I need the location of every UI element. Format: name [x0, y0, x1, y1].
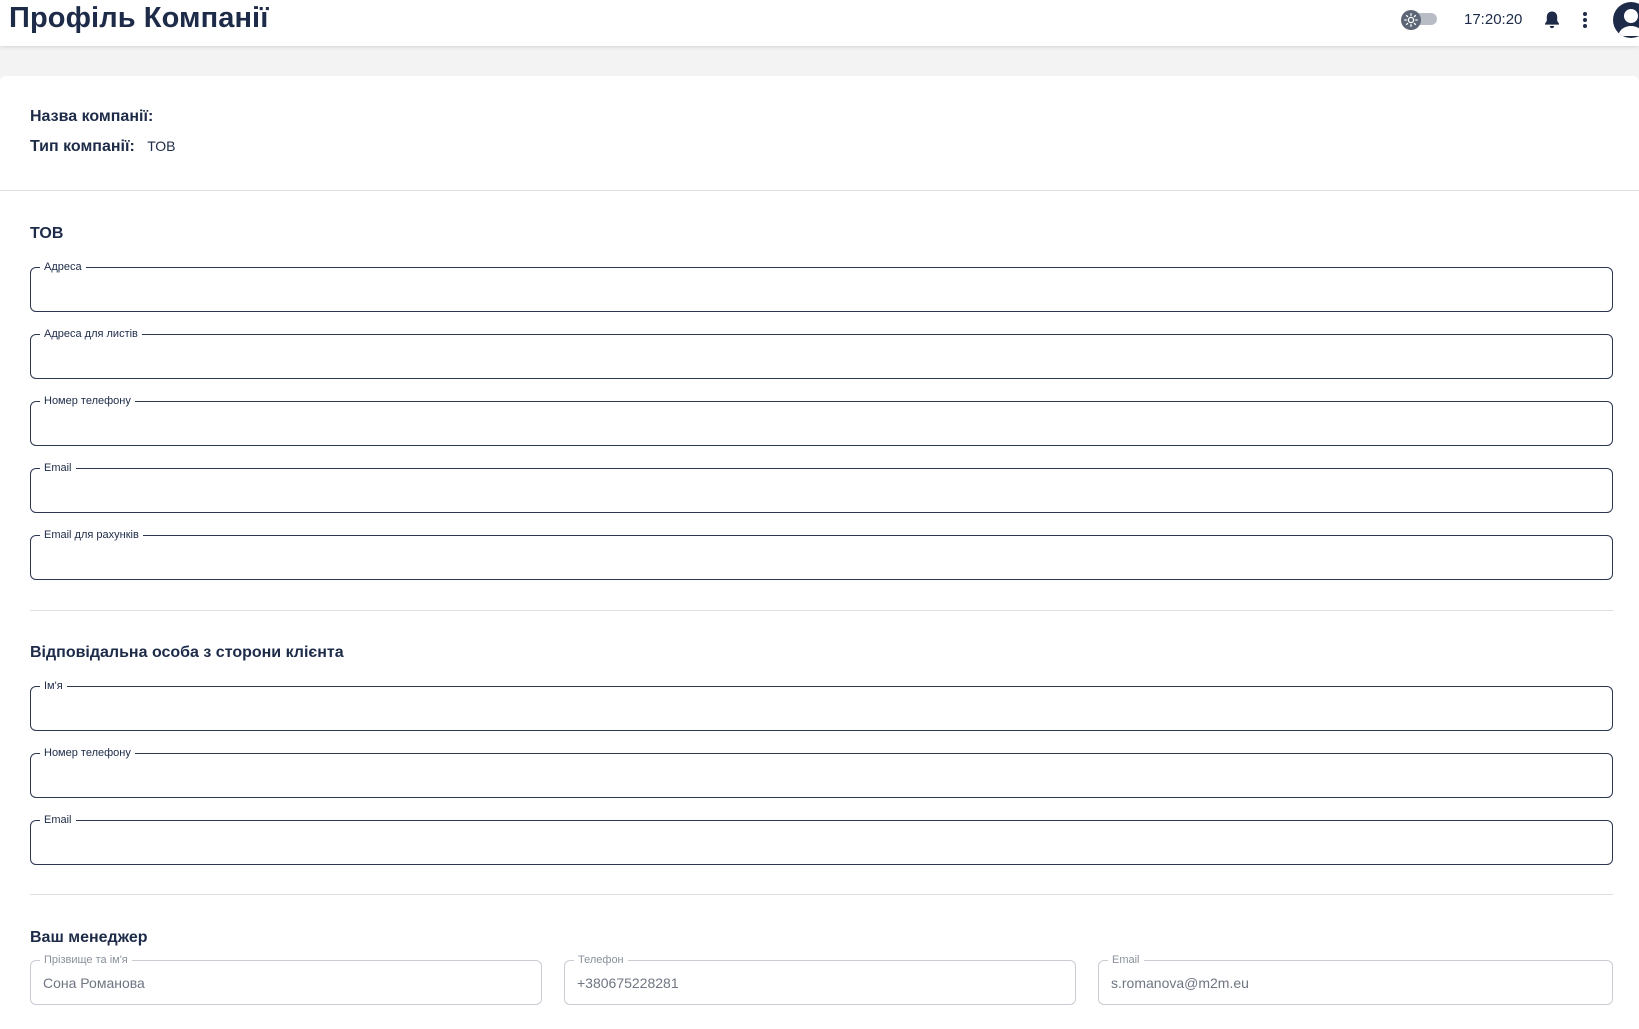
bell-icon[interactable]	[1543, 10, 1561, 30]
manager-name-field: Прізвище та ім'я Сона Романова	[30, 953, 542, 1005]
billing-email-label: Email для рахунків	[40, 528, 143, 542]
billing-email-field[interactable]: Email для рахунків	[30, 528, 1613, 580]
page-title: Профіль Компанії	[9, 2, 269, 34]
divider	[30, 610, 1613, 611]
manager-phone-field: Телефон +380675228281	[564, 953, 1076, 1005]
address-field[interactable]: Адреса	[30, 260, 1613, 312]
contact-phone-label: Номер телефону	[40, 746, 135, 760]
section-title-contact: Відповідальна особа з сторони клієнта	[30, 644, 344, 661]
manager-name-label: Прізвище та ім'я	[40, 953, 132, 967]
contact-phone-field[interactable]: Номер телефону	[30, 746, 1613, 798]
company-name-row: Назва компанії:	[30, 108, 161, 126]
contact-name-label: Ім'я	[40, 679, 67, 693]
company-email-field[interactable]: Email	[30, 461, 1613, 513]
divider	[0, 190, 1639, 191]
user-avatar-icon[interactable]	[1613, 2, 1639, 38]
top-app-bar: Профіль Компанії 17:20:20	[0, 0, 1639, 46]
contact-email-label: Email	[40, 813, 76, 827]
company-type-label: Тип компанії:	[30, 138, 135, 155]
manager-email-value: s.romanova@m2m.eu	[1111, 975, 1249, 991]
theme-toggle[interactable]	[1401, 10, 1437, 30]
clock: 17:20:20	[1464, 11, 1523, 28]
mail-address-label: Адреса для листів	[40, 327, 142, 341]
section-title-company: ТОВ	[30, 225, 64, 242]
company-phone-label: Номер телефону	[40, 394, 135, 408]
divider	[30, 894, 1613, 895]
manager-phone-label: Телефон	[574, 953, 628, 967]
company-email-label: Email	[40, 461, 76, 475]
more-vertical-icon[interactable]	[1580, 9, 1590, 31]
manager-phone-value: +380675228281	[577, 975, 679, 991]
company-name-label: Назва компанії:	[30, 108, 154, 125]
contact-email-field[interactable]: Email	[30, 813, 1613, 865]
manager-email-field: Email s.romanova@m2m.eu	[1098, 953, 1613, 1005]
company-type-value: ТОВ	[147, 138, 176, 154]
section-title-manager: Ваш менеджер	[30, 929, 148, 946]
company-phone-field[interactable]: Номер телефону	[30, 394, 1613, 446]
manager-email-label: Email	[1108, 953, 1144, 967]
mail-address-field[interactable]: Адреса для листів	[30, 327, 1613, 379]
company-profile-card: Назва компанії: Тип компанії: ТОВ ТОВ Ад…	[0, 76, 1639, 1029]
address-label: Адреса	[40, 260, 86, 274]
manager-name-value: Сона Романова	[43, 975, 145, 991]
contact-name-field[interactable]: Ім'я	[30, 679, 1613, 731]
sun-icon	[1401, 10, 1421, 30]
company-type-row: Тип компанії: ТОВ	[30, 138, 175, 156]
